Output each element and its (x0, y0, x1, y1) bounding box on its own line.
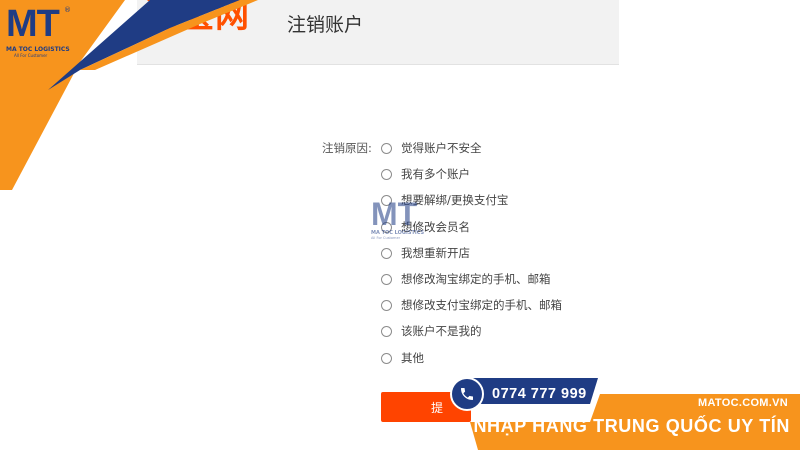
registered-mark: ® (64, 6, 71, 14)
phone-contact: 0774 777 999 (450, 377, 587, 411)
slogan-text: NHẬP HÀNG TRUNG QUỐC UY TÍN (473, 416, 790, 436)
phone-number: 0774 777 999 (492, 386, 587, 402)
phone-icon (450, 377, 484, 411)
brand-overlay (0, 0, 800, 450)
brand-mt: MT (6, 3, 60, 45)
brand-name: MA TOC LOGISTICS (6, 46, 70, 53)
brand-tagline: All For Customer (14, 53, 48, 58)
brand-logo: MT ® MA TOC LOGISTICS All For Customer (6, 3, 71, 58)
website-text: MATOC.COM.VN (698, 397, 788, 409)
